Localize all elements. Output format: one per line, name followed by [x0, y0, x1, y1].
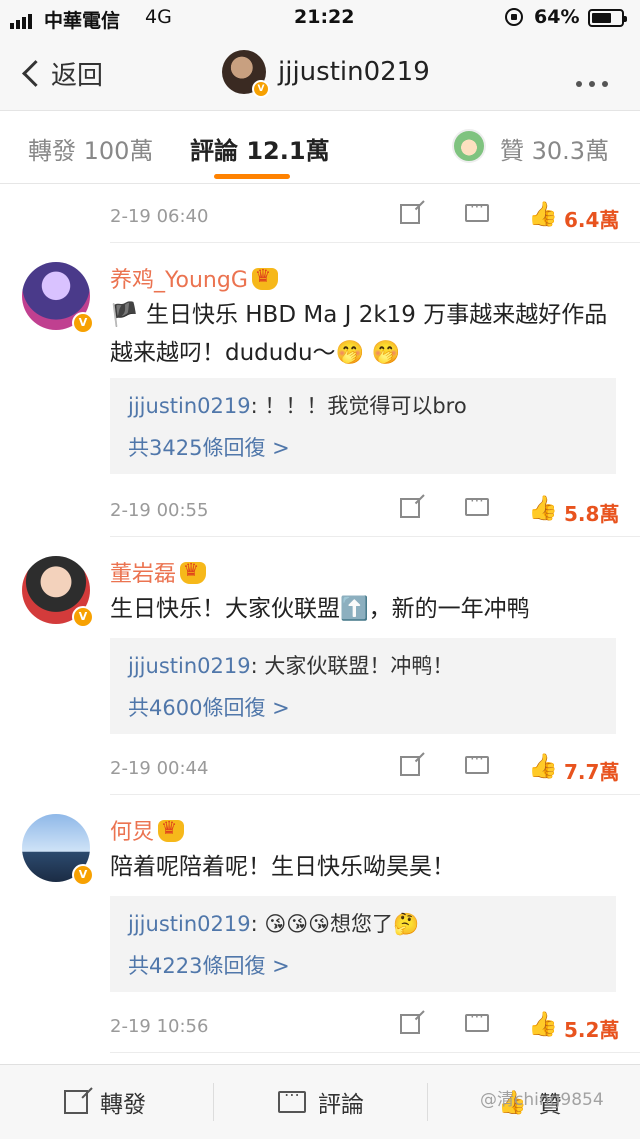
comment-date: 2-19 06:40 — [110, 206, 209, 227]
back-button[interactable]: 返回 — [18, 54, 103, 92]
rotation-lock-icon — [505, 8, 523, 26]
reply-text: 大家伙联盟！冲鸭！ — [264, 654, 454, 678]
divider — [427, 1083, 428, 1121]
reply-box[interactable]: jjjustin0219: 😘😘😘想您了🤔 共4223條回復 > — [110, 896, 616, 992]
like-icon[interactable]: 👍 — [528, 200, 558, 228]
share-icon[interactable] — [400, 1014, 420, 1034]
verified-icon: V — [72, 864, 94, 886]
reply-count-link[interactable]: 共4600條回復 > — [128, 692, 290, 722]
comment-icon[interactable] — [465, 199, 489, 222]
reply-text: 😘😘😘想您了🤔 — [264, 912, 420, 936]
reply-count-link[interactable]: 共3425條回復 > — [128, 432, 290, 462]
status-bar: 中華電信 4G 21:22 64% — [0, 0, 640, 36]
share-icon — [64, 1090, 88, 1114]
comment-meta: 2-19 06:40 👍 6.4萬 — [110, 198, 620, 238]
like-icon[interactable]: 👍 — [528, 752, 558, 780]
tab-comments[interactable]: 評論 12.1萬 — [190, 131, 330, 166]
comment-list[interactable]: 2-19 06:40 👍 6.4萬 V 养鸡_YoungG 🏴 生日快乐 HBD… — [0, 184, 640, 1064]
commenter-name[interactable]: 何炅 — [110, 814, 185, 846]
avatar[interactable]: V — [22, 262, 94, 334]
like-icon[interactable]: 👍 — [528, 494, 558, 522]
commenter-name[interactable]: 养鸡_YoungG — [110, 262, 278, 294]
comment-icon — [278, 1085, 306, 1113]
crown-icon — [180, 560, 207, 584]
reply-username[interactable]: jjjustin0219 — [128, 394, 251, 418]
chevron-left-icon — [22, 59, 49, 87]
like-count: 6.4萬 — [564, 208, 620, 232]
clock: 21:22 — [294, 6, 355, 28]
comment-text: 陪着呢陪着呢！生日快乐呦昊昊！ — [110, 854, 455, 880]
avatar[interactable]: V — [22, 556, 94, 628]
back-label: 返回 — [51, 60, 104, 91]
crown-icon — [158, 818, 185, 842]
like-icon[interactable]: 👍 — [528, 1010, 558, 1038]
like-count: 5.2萬 — [564, 1018, 620, 1042]
reply-box[interactable]: jjjustin0219: ！！！我觉得可以bro 共3425條回復 > — [110, 378, 616, 474]
verified-icon: V — [252, 80, 270, 98]
reply-text: ！！！我觉得可以bro — [264, 394, 467, 418]
avatar[interactable]: V — [222, 50, 270, 98]
comment-meta: 2-19 00:44 👍 7.7萬 — [110, 750, 620, 790]
comment-button[interactable]: 評論 — [278, 1065, 364, 1139]
battery-percent: 64% — [534, 6, 580, 28]
avatar[interactable]: V — [22, 814, 94, 886]
divider — [110, 1052, 640, 1053]
divider — [110, 536, 640, 537]
nav-bar: 返回 V jjjustin0219 — [0, 36, 640, 111]
comment-date: 2-19 00:44 — [110, 758, 209, 779]
comment-label: 評論 — [318, 1092, 364, 1118]
tab-bar: 轉發 100萬 評論 12.1萬 贊 30.3萬 — [0, 111, 640, 184]
divider — [213, 1083, 214, 1121]
repost-label: 轉發 — [100, 1092, 146, 1118]
comment-text: 🏴 生日快乐 HBD Ma J 2k19 万事越来越好作品越来越叼！dududu… — [110, 302, 608, 366]
battery-icon — [588, 9, 627, 27]
comment-icon[interactable] — [465, 1009, 489, 1032]
reply-box[interactable]: jjjustin0219: 大家伙联盟！冲鸭！ 共4600條回復 > — [110, 638, 616, 734]
comment-icon[interactable] — [465, 493, 489, 516]
divider — [110, 242, 640, 243]
reply-count-link[interactable]: 共4223條回復 > — [128, 950, 290, 980]
reply-username[interactable]: jjjustin0219 — [128, 912, 251, 936]
comment-meta: 2-19 00:55 👍 5.8萬 — [110, 492, 620, 532]
divider — [110, 794, 640, 795]
commenter-name[interactable]: 董岩磊 — [110, 556, 207, 588]
reply-line: jjjustin0219: 大家伙联盟！冲鸭！ — [128, 654, 454, 678]
share-icon[interactable] — [400, 756, 420, 776]
repost-button[interactable]: 轉發 — [64, 1065, 146, 1139]
like-count: 5.8萬 — [564, 502, 620, 526]
comment-date: 2-19 00:55 — [110, 500, 209, 521]
watermark: @清ching9854 — [480, 1090, 604, 1110]
tab-repost[interactable]: 轉發 100萬 — [28, 131, 153, 166]
verified-icon: V — [72, 312, 94, 334]
tab-likes[interactable]: 贊 30.3萬 — [500, 131, 609, 166]
header-username: jjjustin0219 — [278, 57, 430, 87]
share-icon[interactable] — [400, 498, 420, 518]
liker-avatar[interactable] — [452, 129, 486, 163]
comment-text: 生日快乐！大家伙联盟⬆️，新的一年冲鸭 — [110, 596, 530, 622]
verified-icon: V — [72, 606, 94, 628]
like-count: 7.7萬 — [564, 760, 620, 784]
reply-line: jjjustin0219: 😘😘😘想您了🤔 — [128, 912, 420, 936]
reply-username[interactable]: jjjustin0219 — [128, 654, 251, 678]
active-tab-indicator — [214, 174, 290, 179]
comment-date: 2-19 10:56 — [110, 1016, 209, 1037]
reply-line: jjjustin0219: ！！！我觉得可以bro — [128, 394, 467, 418]
share-icon[interactable] — [400, 204, 420, 224]
comment-icon[interactable] — [465, 751, 489, 774]
carrier-label: 中華電信 — [44, 10, 121, 32]
signal-icon — [10, 10, 34, 29]
header-user[interactable]: V jjjustin0219 — [222, 50, 430, 98]
comment-meta: 2-19 10:56 👍 5.2萬 — [110, 1008, 620, 1048]
network-label: 4G — [145, 6, 172, 28]
more-icon[interactable] — [576, 72, 615, 91]
crown-icon — [251, 266, 278, 290]
